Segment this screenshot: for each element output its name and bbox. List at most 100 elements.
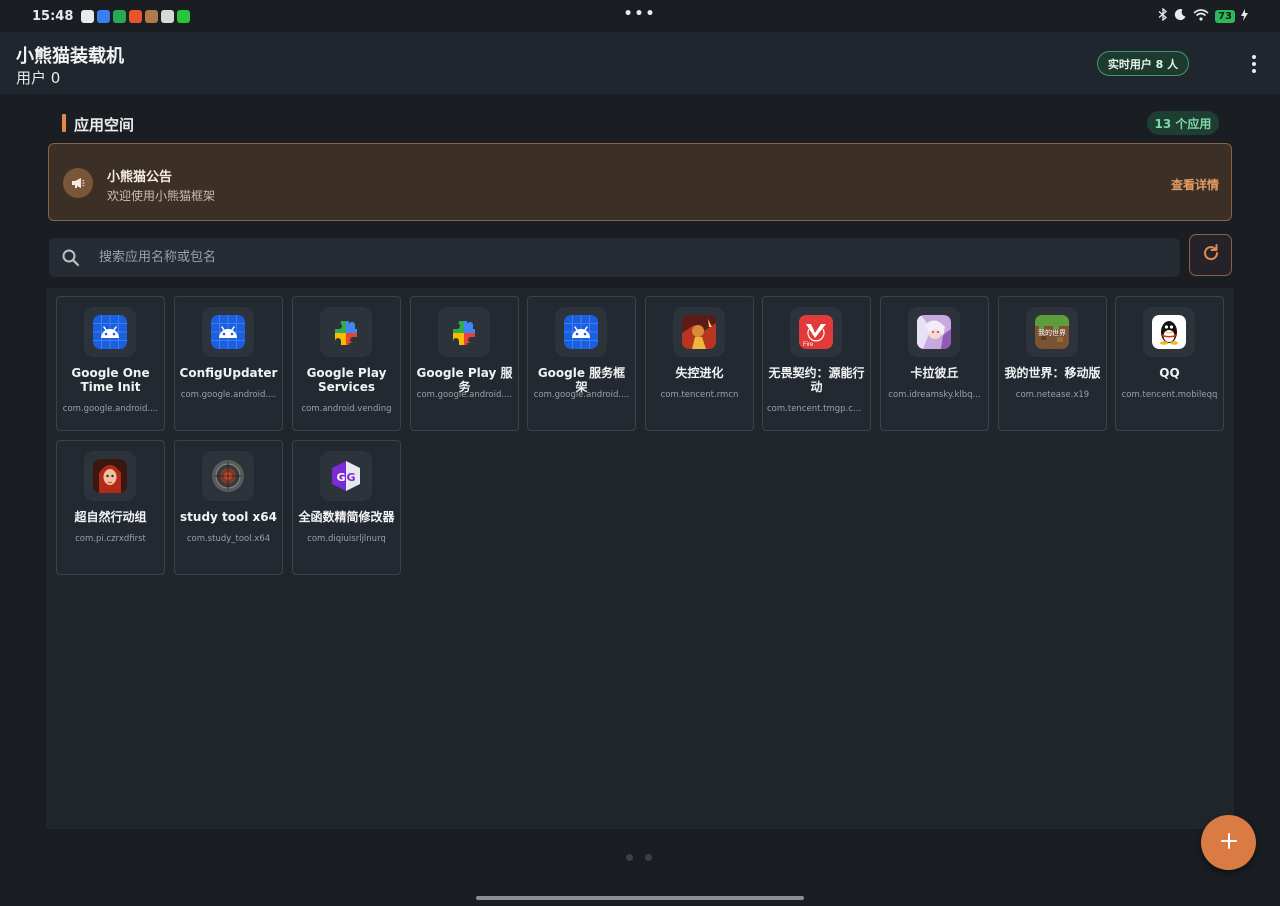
- moon-icon: [1174, 8, 1187, 24]
- portrait-icon: [93, 459, 127, 493]
- announcement-card[interactable]: 小熊猫公告 欢迎使用小熊猫框架 查看详情: [48, 143, 1232, 221]
- notification-icons: [81, 9, 191, 23]
- status-bar: 15:48 ••• 73: [0, 0, 1280, 32]
- app-package: com.google.android....: [416, 390, 513, 400]
- plus-icon: [1220, 832, 1238, 854]
- app-count-badge: 13 个应用: [1147, 111, 1219, 135]
- app-card[interactable]: ConfigUpdater com.google.android....: [174, 296, 283, 431]
- app-name: 全函数精简修改器: [298, 510, 395, 524]
- app-card[interactable]: 我的世界 我的世界：移动版 com.netease.x19: [998, 296, 1107, 431]
- app-package: com.idreamsky.klbq...: [888, 390, 981, 400]
- app-card[interactable]: Google Play 服务 com.google.android....: [410, 296, 519, 431]
- app-icon-tile: [202, 451, 254, 501]
- app-notification-icon: [129, 9, 143, 23]
- app-package: com.tencent.tmgp.co...: [767, 404, 866, 414]
- android-icon: [564, 315, 598, 349]
- app-package: com.google.android....: [180, 390, 277, 400]
- app-package: com.study_tool.x64: [186, 534, 271, 544]
- app-icon-tile: [202, 307, 254, 357]
- svg-text:我的世界: 我的世界: [1038, 328, 1066, 337]
- view-details-link[interactable]: 查看详情: [1171, 176, 1219, 193]
- app-card[interactable]: 卡拉彼丘 com.idreamsky.klbq...: [880, 296, 989, 431]
- app-card[interactable]: Google 服务框架 com.google.android....: [527, 296, 636, 431]
- app-package: com.netease.x19: [1015, 390, 1090, 400]
- announcement-title: 小熊猫公告: [107, 170, 173, 185]
- app-name: 卡拉彼丘: [910, 366, 959, 380]
- app-icon-tile: Fire: [790, 307, 842, 357]
- app-icon-tile: [1143, 307, 1195, 357]
- app-package: com.tencent.mobileqq: [1121, 390, 1218, 400]
- app-icon-tile: 我的世界: [1026, 307, 1078, 357]
- search-icon: [61, 248, 81, 268]
- app-name: 无畏契约：源能行动: [768, 366, 865, 394]
- app-card[interactable]: Google One Time Init com.google.android.…: [56, 296, 165, 431]
- gg-icon: GG: [329, 459, 363, 493]
- app-icon-tile: [320, 307, 372, 357]
- charging-icon: [1241, 8, 1248, 24]
- app-card[interactable]: GG 全函数精简修改器 com.diqiuisrljlnurq: [292, 440, 401, 575]
- app-name: QQ: [1159, 366, 1180, 380]
- online-users-chip: 实时用户 8 人: [1097, 51, 1189, 76]
- app-card[interactable]: Google Play Services Upda... com.android…: [292, 296, 401, 431]
- app-name: Google Play Services Upda...: [306, 366, 387, 394]
- play-services-icon: [447, 315, 481, 349]
- minecraft-icon: 我的世界: [1035, 315, 1069, 349]
- app-bar: 小熊猫装载机 用户 0 实时用户 8 人: [0, 32, 1280, 94]
- app-card[interactable]: 超自然行动组 com.pi.czrxdfirst: [56, 440, 165, 575]
- section-accent-bar: [62, 114, 66, 132]
- qq-icon: [1152, 315, 1186, 349]
- app-icon-tile: [84, 451, 136, 501]
- megaphone-icon: [63, 168, 93, 198]
- home-indicator[interactable]: [476, 896, 804, 900]
- play-services-icon: [329, 315, 363, 349]
- app-package: com.google.android....: [533, 390, 630, 400]
- game-icon: [682, 315, 716, 349]
- more-options-icon[interactable]: [1244, 54, 1264, 74]
- shield-notification-icon: [113, 9, 127, 23]
- anime-icon: [917, 315, 951, 349]
- section-title: 应用空间: [74, 116, 135, 134]
- app-icon-tile: [438, 307, 490, 357]
- app-icon-tile: [908, 307, 960, 357]
- app-card[interactable]: Fire 无畏契约：源能行动 com.tencent.tmgp.co...: [762, 296, 871, 431]
- app-icon-tile: [673, 307, 725, 357]
- search-input[interactable]: [99, 238, 1169, 277]
- app-card[interactable]: 失控进化 com.tencent.rmcn: [645, 296, 754, 431]
- app-card[interactable]: study tool x64 com.study_tool.x64: [174, 440, 283, 575]
- game-notification-icon: [145, 9, 159, 23]
- app-name: 失控进化: [675, 366, 724, 380]
- svg-text:G: G: [336, 471, 345, 484]
- search-bar: [49, 238, 1180, 277]
- app-card[interactable]: QQ com.tencent.mobileqq: [1115, 296, 1224, 431]
- app-grid: Google One Time Init com.google.android.…: [46, 288, 1234, 829]
- page-dot: [626, 854, 633, 861]
- wechat-notification-icon: [177, 9, 191, 23]
- page-dot: [645, 854, 652, 861]
- wifi-icon: [1193, 8, 1209, 24]
- svg-text:Fire: Fire: [803, 342, 814, 348]
- system-icons: 73: [1158, 7, 1248, 24]
- status-time: 15:48: [32, 8, 74, 24]
- qq-notification-icon: [81, 9, 95, 23]
- battery-level: 73: [1215, 9, 1235, 23]
- app-package: com.android.vending: [301, 404, 392, 414]
- app-name: Google One Time Init: [71, 366, 150, 394]
- target-icon: [211, 459, 245, 493]
- app-name: 超自然行动组: [74, 510, 147, 524]
- android-icon: [93, 315, 127, 349]
- refresh-button[interactable]: [1189, 234, 1232, 276]
- refresh-icon: [1201, 243, 1221, 267]
- app-name: study tool x64: [180, 510, 277, 524]
- app-icon-tile: [555, 307, 607, 357]
- multitask-dots[interactable]: •••: [624, 6, 657, 22]
- announcement-text: 欢迎使用小熊猫框架: [107, 189, 216, 203]
- add-app-button[interactable]: [1201, 815, 1256, 870]
- app-notification-icon: [97, 9, 111, 23]
- page-indicator: [626, 854, 652, 861]
- app-package: com.diqiuisrljlnurq: [307, 534, 386, 544]
- app-name: ConfigUpdater: [179, 366, 278, 380]
- valorant-icon: Fire: [799, 315, 833, 349]
- app-notification-icon: [161, 9, 175, 23]
- app-package: com.pi.czrxdfirst: [75, 534, 146, 544]
- app-package: com.google.android....: [62, 404, 159, 414]
